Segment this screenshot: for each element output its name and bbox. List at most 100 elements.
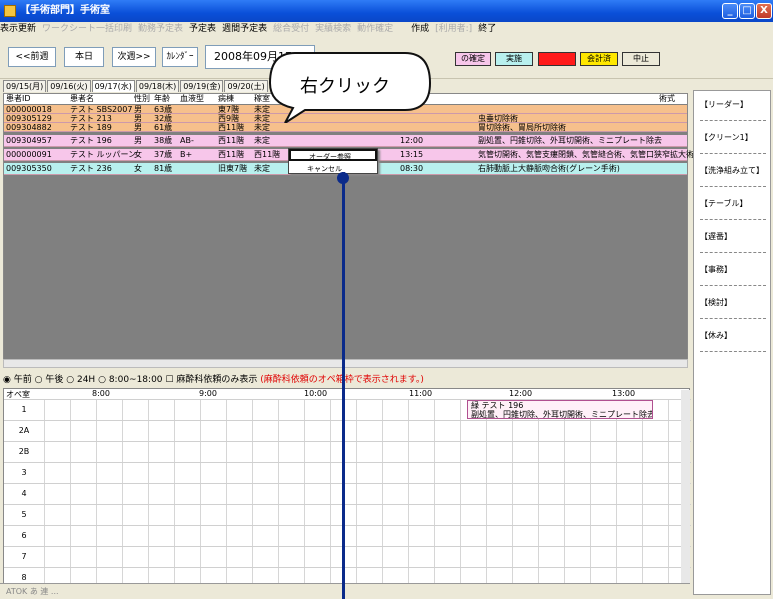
col-name: 患者名 <box>70 94 94 103</box>
room-label: 4 <box>21 489 27 498</box>
staff-section: 【クリーン1】 <box>700 132 766 154</box>
pm-radio-icon[interactable]: ○ <box>35 375 43 385</box>
tab-day[interactable]: 09/15(月) <box>3 80 47 92</box>
room-label: 7 <box>21 552 27 561</box>
cell-sex: 男 <box>134 123 142 132</box>
menu-item[interactable]: 作成 <box>411 24 429 34</box>
patient-grid: 患者ID 患者名 性別 年齢 血液型 病棟 稼室 術式 000000018 テスト… <box>3 93 694 366</box>
app-window: 【手術部門】手術室 _ □ X 表示更新 ワークシート一括印刷 勤務予定表 予定表 週間… <box>0 0 773 599</box>
grid-vline <box>642 399 643 591</box>
cancelled-status-button[interactable] <box>538 52 576 66</box>
grid-vline <box>408 399 409 591</box>
cell-name: テスト 189 <box>70 123 112 132</box>
grid-vline <box>564 399 565 591</box>
menu-item[interactable]: 週間予定表 <box>222 24 267 34</box>
actual-status-button[interactable]: 実施 <box>495 52 533 66</box>
next-week-button[interactable]: 次週>> <box>112 47 156 67</box>
cell-id: 000000018 <box>6 105 52 114</box>
confirm-status-button[interactable]: の確定 <box>455 52 491 66</box>
cell-ward: 旧東7階 <box>218 164 248 173</box>
menu-item[interactable]: 実績検索 <box>315 24 351 34</box>
menu-item[interactable]: 予定表 <box>189 24 216 34</box>
time-label: 12:00 <box>509 389 533 398</box>
cell-proc: 虫垂切除術 <box>478 114 518 123</box>
or-schedule: オペ室 8:00 9:00 10:00 11:00 12:00 13:00 1 2A 2B 3 4… <box>3 388 691 595</box>
cell-blood: AB- <box>180 136 194 145</box>
col-age: 年齢 <box>154 94 170 103</box>
table-row[interactable]: 009304882 テスト 189 男 61歳 西11階 未定 胃切除術、胃局所切除術 <box>4 123 687 132</box>
cell-proc: 気管切開術、気管支瘻閉鎖、気管縫合術、気管口狭窄拡大術 <box>478 150 694 159</box>
table-row[interactable]: 009304957 テスト 196 男 38歳 AB- 西11階 未定 12:00 副処置、円錐… <box>4 135 687 147</box>
menu-item[interactable]: [利用者:] <box>435 24 472 34</box>
tab-day[interactable]: 09/17(水) <box>91 80 135 92</box>
menu-item[interactable]: 表示更新 <box>0 24 36 34</box>
calendar-button[interactable]: ｶﾚﾝﾀﾞｰ <box>162 47 198 67</box>
room-label: 2A <box>18 426 30 435</box>
cell-ward: 西11階 <box>218 150 245 159</box>
cell-sex: 女 <box>134 150 142 159</box>
cell-status: 未定 <box>254 136 270 145</box>
tab-day[interactable]: 09/19(金) <box>180 80 224 92</box>
col-blood: 血液型 <box>180 94 204 103</box>
grid-vline <box>252 399 253 591</box>
am-radio-icon[interactable]: ◉ <box>3 375 11 385</box>
cell-age: 32歳 <box>154 114 173 123</box>
window-title: 【手術部門】手術室 <box>20 5 110 16</box>
time-label: 13:00 <box>612 389 636 398</box>
room-label: 8 <box>21 573 27 582</box>
pointer-line <box>342 172 345 599</box>
grid-vline <box>460 399 461 591</box>
grid-hline <box>4 441 691 442</box>
grid-vline <box>278 399 279 591</box>
prev-week-button[interactable]: <<前週 <box>8 47 56 67</box>
h24-radio-icon[interactable]: ○ <box>66 375 74 385</box>
app-icon <box>4 5 16 17</box>
today-button[interactable]: 本日 <box>64 47 104 67</box>
am-label: 午前 <box>13 375 32 385</box>
room-label: 6 <box>21 531 27 540</box>
order-reference-menu-item[interactable]: オーダー参照 <box>289 149 377 161</box>
cell-name: テスト 213 <box>70 114 112 123</box>
grid-hline <box>4 504 691 505</box>
stop-status-button[interactable]: 中止 <box>622 52 660 66</box>
grid-horizontal-scrollbar[interactable] <box>3 359 688 368</box>
cell-status: 未定 <box>254 123 270 132</box>
tab-day[interactable]: 09/18(木) <box>135 80 180 92</box>
anes-only-label: 麻酔科依頼のみ表示 <box>176 375 258 385</box>
cell-name: テスト 196 <box>70 136 112 145</box>
schedule-filters: ◉ 午前 ○ 午後 ○ 24H ○ 8:00~18:00 ☐ 麻酔科依頼のみ表示… <box>3 373 424 387</box>
menu-item[interactable]: 動作確定 <box>357 24 393 34</box>
range-radio-icon[interactable]: ○ <box>98 375 106 385</box>
maximize-button[interactable]: □ <box>739 3 755 19</box>
tab-day[interactable]: 09/20(土) <box>224 80 268 92</box>
close-button[interactable]: X <box>756 3 772 19</box>
menu-item[interactable]: 勤務予定表 <box>138 24 183 34</box>
room-label: 5 <box>21 510 27 519</box>
time-label: 10:00 <box>304 389 328 398</box>
menu-item[interactable]: 終了 <box>478 24 496 34</box>
cell-status: 未定 <box>254 164 270 173</box>
staff-section: 【休み】 <box>700 330 766 352</box>
time-label: 9:00 <box>199 389 217 398</box>
menu-item[interactable]: 総合受付 <box>273 24 309 34</box>
menu-item[interactable]: ワークシート一括印刷 <box>42 24 132 34</box>
surgery-block[interactable]: 緑 テスト 196 副処置、円錐切除、外耳切開術、ミニプレート除去 <box>467 400 653 419</box>
minimize-button[interactable]: _ <box>722 3 738 19</box>
cell-blood: B+ <box>180 150 193 159</box>
billed-status-button[interactable]: 会計済 <box>580 52 618 66</box>
grid-hline <box>4 462 691 463</box>
grid-vline <box>382 399 383 591</box>
tab-day[interactable]: 09/16(火) <box>47 80 91 92</box>
cancel-menu-item[interactable]: キャンセル <box>289 163 377 175</box>
cell-id: 009304882 <box>6 123 52 132</box>
schedule-vertical-scrollbar[interactable] <box>681 390 690 594</box>
cell-sex: 女 <box>134 164 142 173</box>
cell-age: 61歳 <box>154 123 173 132</box>
grid-vline <box>512 399 513 591</box>
anes-checkbox-icon[interactable]: ☐ <box>165 375 173 385</box>
grid-hline <box>4 546 691 547</box>
callout-text: 右クリック <box>300 76 390 97</box>
grid-vline <box>96 399 97 591</box>
grid-hline <box>4 420 691 421</box>
grid-vline <box>668 399 669 591</box>
